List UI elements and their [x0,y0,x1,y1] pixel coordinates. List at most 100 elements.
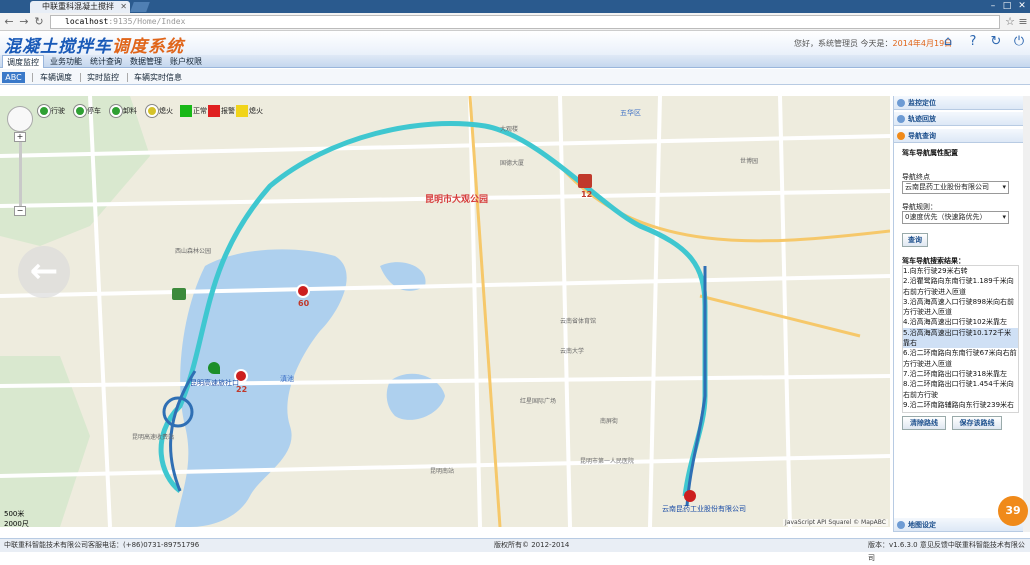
footer: 中联重科智能技术有限公司客服电话：(+86)0731-89751796 版权所有… [0,538,1030,562]
map-label: 昆明南站 [430,468,455,475]
greeting-text: 您好，系统管理员 今天是： [794,39,893,48]
divider [127,73,128,82]
submenu-vehicle-dispatch[interactable]: 车辆调度 [40,72,72,83]
destination-marker-icon [684,490,696,502]
map-label: 滇池 [280,375,294,383]
browser-tab[interactable]: 中联重科混凝土搅拌 ✕ [30,1,130,13]
side-panel: 监控定位 轨迹回放 导航查询 驾车导航属性配置 导航终点 云南昆药工业股份有限公… [893,96,1024,532]
divider [32,73,33,82]
result-row[interactable]: 9.沿二环南路辅路向东行驶239米右 [903,400,1018,410]
start-label: 昆明高速旅社口 [190,379,239,387]
map-view[interactable]: 昆明市大观公园 国德大厦 五华区 大观楼 西山森林公园 滇池 云南大学 昆明市第… [0,96,890,527]
section-icon [897,132,905,140]
result-row[interactable]: 1.向东行驶29米右转 [903,266,1018,276]
map-label: 大观楼 [500,126,519,133]
notification-badge[interactable]: 39 [998,496,1028,526]
close-window-icon[interactable]: ✕ [1015,0,1029,12]
scale-bar: 500米 2000尺 [4,510,29,527]
new-tab-button[interactable] [130,2,150,12]
logo-main: 混凝土搅拌车 [4,37,112,57]
legend-driving: 行驶 [38,104,65,118]
camera-marker-icon[interactable] [172,288,186,300]
tab-title: 中联重科混凝土搅拌 [42,2,114,11]
app-logo: 混凝土搅拌车调度系统 [4,32,184,57]
submenu-vehicle-info[interactable]: 车辆实时信息 [134,72,182,83]
footer-version: 版本：v1.6.3.0 意见反馈中联重科智能技术有限公司 [868,541,1025,562]
pan-control[interactable] [7,106,33,132]
rule-select[interactable]: 0速度优先（快速路优先） ▾ [902,211,1009,224]
section-nav[interactable]: 导航查询 [894,129,1024,143]
dest-select[interactable]: 云南昆药工业股份有限公司 ▾ [902,181,1009,194]
section-monitor[interactable]: 监控定位 [894,96,1024,110]
menu-item-data[interactable]: 数据管理 [126,55,166,68]
main-menu: 调度监控 业务功能 统计查询 数据管理 账户权限 [0,55,1030,68]
url-path: :9135/Home/Index [108,17,186,26]
abc-button[interactable]: ABC [2,72,25,83]
menu-item-stats[interactable]: 统计查询 [86,55,126,68]
zoom-out-button[interactable]: − [14,206,26,216]
map-label: 南屏街 [600,418,619,425]
legend-normal: 正常 [180,104,207,118]
reload-icon[interactable]: ↻ [32,14,46,29]
tab-close-icon[interactable]: ✕ [120,1,127,13]
vehicle-id-label: 12 [581,190,593,199]
result-row[interactable]: 4.沿高海高速出口行驶102米靠左 [903,317,1018,327]
help-icon[interactable]: ? [965,34,981,50]
clear-route-button[interactable]: 清除路线 [902,416,946,430]
minimize-icon[interactable]: – [986,0,1000,12]
map-label-park: 昆明市大观公园 [425,195,489,205]
logo-accent: 调度系统 [112,37,184,57]
vehicle-id-label: 60 [298,299,310,308]
map-label: 国德大厦 [500,160,525,167]
section-track[interactable]: 轨迹回放 [894,112,1024,126]
menu-item-dispatch[interactable]: 调度监控 [2,55,44,68]
map-label: 昆明高速收费站 [132,434,175,441]
engine-off-icon [146,105,158,117]
section-icon [897,521,905,529]
legend-parked: 停车 [74,104,101,118]
result-row[interactable]: 5.沿高海高速出口行驶10.172千米靠右 [903,327,1018,349]
address-bar[interactable]: localhost:9135/Home/Index [50,15,1000,29]
park-area [0,356,90,527]
result-row[interactable]: 2.沿瞿鹭路向东南行驶1.189千米向右前方行驶进入匝道 [903,276,1018,297]
alarm-square-icon [208,105,220,117]
result-row[interactable]: 6.沿二环南路向东南行驶67米向右前方行驶进入匝道 [903,348,1018,369]
menu-item-account[interactable]: 账户权限 [166,55,206,68]
chevron-down-icon: ▾ [1002,213,1006,221]
refresh-icon[interactable]: ↻ [988,34,1004,50]
bookmark-star-icon[interactable]: ☆ [1003,14,1017,29]
alarm-marker-icon[interactable] [296,284,310,298]
result-list[interactable]: 1.向东行驶29米右转 2.沿瞿鹭路向东南行驶1.189千米向右前方行驶进入匝道… [902,265,1019,413]
driving-icon [38,105,50,117]
prev-arrow-icon[interactable]: ← [18,246,70,298]
off-square-icon [236,105,248,117]
result-row[interactable]: 3.沿高海高速入口行驶898米向右前方行驶进入匝道 [903,297,1018,318]
browser-menu-icon[interactable]: ≡ [1016,14,1030,29]
url-host: localhost [65,17,109,26]
stop-icon [74,105,86,117]
truck-marker-icon[interactable] [578,174,592,188]
map-label: 云南大学 [560,348,585,355]
user-greeting: 您好，系统管理员 今天是：2014年4月19日 [794,38,952,49]
footer-copyright: 版权所有© 2012-2014 [494,541,570,549]
sub-menu: ABC 车辆调度 实时监控 车辆实时信息 [0,69,1030,85]
query-button[interactable]: 查询 [902,233,928,247]
zoom-in-button[interactable]: + [14,132,26,142]
maximize-icon[interactable]: □ [1000,0,1014,12]
home-icon[interactable]: ⌂ [940,34,956,50]
result-row[interactable]: 7.沿二环南路出口行驶318米靠左 [903,369,1018,379]
save-route-button[interactable]: 保存该路线 [952,416,1002,430]
normal-square-icon [180,105,192,117]
map-label: 云南省体育馆 [560,318,597,325]
legend-unload: 卸料 [110,104,137,118]
result-row[interactable]: 8.沿二环南路出口行驶1.454千米向右前方行驶 [903,379,1018,400]
power-icon[interactable]: ⏻ [1011,34,1027,50]
submenu-realtime-monitor[interactable]: 实时监控 [87,72,119,83]
zoom-slider[interactable] [19,136,22,211]
legend-alarm: 报警 [208,104,235,118]
menu-item-business[interactable]: 业务功能 [46,55,86,68]
forward-icon[interactable]: → [17,14,31,29]
page-scrollbar[interactable] [1023,96,1030,532]
legend-off: 熄火 [236,104,263,118]
back-icon[interactable]: ← [2,14,16,29]
